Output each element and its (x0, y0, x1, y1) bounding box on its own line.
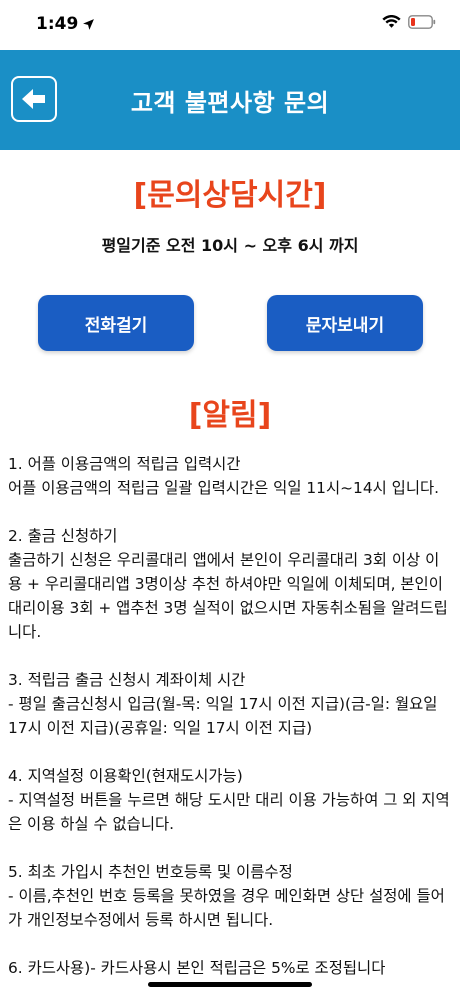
home-indicator (148, 982, 312, 987)
notice-item-title: 4. 지역설정 이용확인(현재도시가능) (8, 767, 243, 785)
call-button[interactable]: 전화걸기 (38, 295, 194, 351)
notice-item: 3. 적립금 출금 신청시 계좌이체 시간 - 평일 출금신청시 입금(월-목:… (8, 668, 452, 740)
nav-bar: 고객 불편사항 문의 (0, 50, 460, 150)
location-arrow-icon (83, 18, 95, 30)
notice-item-title: 1. 어플 이용금액의 적립금 입력시간 (8, 455, 241, 473)
notice-item: 2. 출금 신청하기 출금하기 신청은 우리콜대리 앱에서 본인이 우리콜대리 … (8, 524, 452, 644)
notice-item: 4. 지역설정 이용확인(현재도시가능) - 지역설정 버튼을 누르면 해당 도… (8, 764, 452, 836)
sms-button[interactable]: 문자보내기 (267, 295, 423, 351)
notice-item-body: - 이름,추천인 번호 등록을 못하였을 경우 메인화면 상단 설정에 들어가 … (8, 887, 445, 929)
notice-item-title: 2. 출금 신청하기 (8, 527, 118, 545)
notice-item: 1. 어플 이용금액의 적립금 입력시간 어플 이용금액의 적립금 일괄 입력시… (8, 452, 452, 500)
status-time-text: 1:49 (36, 14, 79, 34)
notice-item: 6. 카드사용)- 카드사용시 본인 적립금은 5%로 조정됩니다 (8, 956, 452, 980)
battery-low-icon (408, 15, 436, 29)
notice-item-title: 3. 적립금 출금 신청시 계좌이체 시간 (8, 671, 246, 689)
wifi-icon (382, 15, 401, 28)
status-icons (382, 15, 436, 29)
consult-hours-heading: [문의상담시간] (133, 178, 327, 213)
notice-item-title: 5. 최초 가입시 추천인 번호등록 및 이름수정 (8, 863, 293, 881)
notice-item-body: 출금하기 신청은 우리콜대리 앱에서 본인이 우리콜대리 3회 이상 이용 + … (8, 551, 448, 641)
notice-item-body: - 지역설정 버튼을 누르면 해당 도시만 대리 이용 가능하여 그 외 지역은… (8, 791, 450, 833)
notice-item-body: 어플 이용금액의 적립금 일괄 입력시간은 익일 11시~14시 입니다. (8, 479, 440, 497)
notice-list: 1. 어플 이용금액의 적립금 입력시간 어플 이용금액의 적립금 일괄 입력시… (8, 452, 452, 996)
status-bar: 1:49 (0, 0, 460, 50)
notice-heading: [알림] (188, 398, 272, 433)
notice-item-title: 6. 카드사용)- 카드사용시 본인 적립금은 5%로 조정됩니다 (8, 959, 386, 977)
notice-item: 5. 최초 가입시 추천인 번호등록 및 이름수정 - 이름,추천인 번호 등록… (8, 860, 452, 932)
notice-item-body: - 평일 출금신청시 입금(월-목: 익일 17시 이전 지급)(금-일: 월요… (8, 695, 438, 737)
page-title: 고객 불편사항 문의 (130, 89, 330, 117)
consult-hours-text: 평일기준 오전 10시 ~ 오후 6시 까지 (101, 236, 359, 255)
status-time: 1:49 (36, 14, 95, 34)
